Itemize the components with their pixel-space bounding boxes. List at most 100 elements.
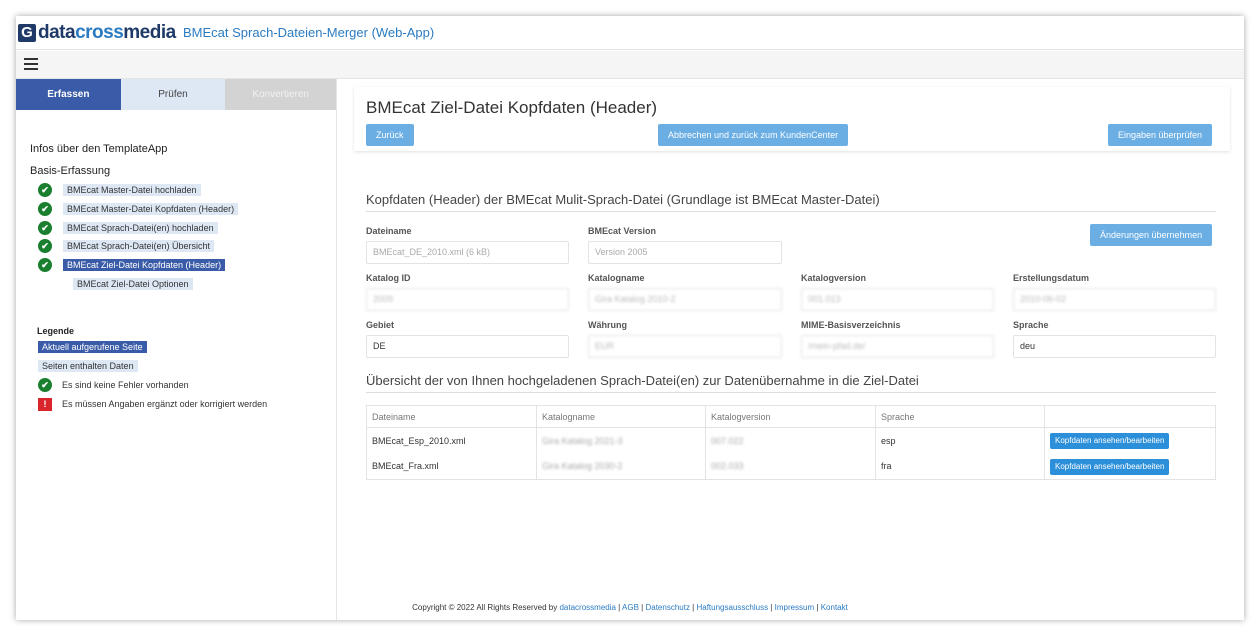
- legend-warning: ! Es müssen Angaben ergänzt oder korrigi…: [38, 396, 267, 412]
- app-title[interactable]: BMEcat Sprach-Dateien-Merger (Web-App): [183, 25, 434, 40]
- back-button[interactable]: Zurück: [366, 124, 414, 146]
- legend-current: Aktuell aufgerufene Seite: [38, 339, 147, 355]
- gebiet-field[interactable]: DE: [366, 335, 569, 358]
- gebiet-label: Gebiet: [366, 320, 395, 330]
- footer: Copyright © 2022 All Rights Reserved by …: [16, 603, 1244, 612]
- info-link[interactable]: Infos über den TemplateApp: [30, 143, 167, 155]
- copyright-text: Copyright © 2022 All Rights Reserved by: [412, 603, 560, 612]
- version-label: BMEcat Version: [588, 226, 657, 236]
- erstellungsdatum-label: Erstellungsdatum: [1013, 273, 1090, 283]
- check-icon: ✔: [38, 202, 52, 216]
- cell-katalogversion: 007.022: [705, 427, 876, 454]
- version-field: Version 2005: [588, 241, 782, 264]
- cell-action: Kopfdaten ansehen/bearbeiten: [1044, 453, 1216, 480]
- page-title: BMEcat Ziel-Datei Kopfdaten (Header): [366, 98, 658, 117]
- step-link[interactable]: BMEcat Ziel-Datei Optionen: [73, 278, 193, 290]
- katalogversion-label: Katalogversion: [801, 273, 867, 283]
- check-icon: ✔: [38, 239, 52, 253]
- cell-sprache: esp: [875, 427, 1045, 454]
- step-link[interactable]: BMEcat Sprach-Datei(en) hochladen: [63, 222, 218, 234]
- step-item: ✔ BMEcat Ziel-Datei Kopfdaten (Header): [38, 257, 226, 273]
- step-link-current[interactable]: BMEcat Ziel-Datei Kopfdaten (Header): [63, 259, 226, 271]
- section-heading: Basis-Erfassung: [30, 165, 111, 177]
- tab-pruefen[interactable]: Prüfen: [120, 79, 226, 110]
- step-item: ✔ BMEcat Master-Datei Kopfdaten (Header): [38, 201, 239, 217]
- legend-warning-label: Es müssen Angaben ergänzt oder korrigier…: [62, 399, 268, 409]
- tab-erfassen[interactable]: Erfassen: [16, 79, 121, 110]
- step-link[interactable]: BMEcat Master-Datei Kopfdaten (Header): [63, 203, 239, 215]
- main-content: BMEcat Ziel-Datei Kopfdaten (Header) Zur…: [338, 79, 1244, 620]
- sprache-label: Sprache: [1013, 320, 1049, 330]
- check-icon: ✔: [38, 378, 52, 392]
- brand-logo[interactable]: G datacrossmedia: [18, 22, 176, 44]
- step-link[interactable]: BMEcat Sprach-Datei(en) Übersicht: [63, 240, 215, 252]
- sidebar: Erfassen Prüfen Konvertieren Infos über …: [16, 79, 337, 620]
- cell-sprache: fra: [875, 453, 1045, 480]
- cell-dateiname: BMEcat_Esp_2010.xml: [366, 427, 537, 454]
- uploaded-files-table: Dateiname Katalogname Katalogversion Spr…: [366, 405, 1216, 480]
- tab-konvertieren: Konvertieren: [225, 79, 336, 110]
- check-icon: ✔: [38, 221, 52, 235]
- app-window: G datacrossmedia BMEcat Sprach-Dateien-M…: [16, 16, 1244, 620]
- edit-header-button[interactable]: Kopfdaten ansehen/bearbeiten: [1050, 433, 1170, 449]
- section-title-uploads: Übersicht der von Ihnen hochgeladenen Sp…: [366, 373, 919, 388]
- hamburger-menu-icon[interactable]: [24, 58, 38, 70]
- column-header: Dateiname: [366, 405, 537, 428]
- step-item: ✔ BMEcat Sprach-Datei(en) hochladen: [38, 220, 218, 236]
- footer-link-haftungsausschluss[interactable]: Haftungsausschluss: [696, 603, 768, 612]
- mime-field[interactable]: /mein-pfad.de/: [801, 335, 994, 358]
- logo-text: datacrossmedia: [38, 22, 176, 44]
- table-header-row: Dateiname Katalogname Katalogversion Spr…: [366, 405, 1216, 428]
- legend-no-errors: ✔ Es sind keine Fehler vorhanden: [38, 377, 189, 393]
- column-header: Katalogversion: [705, 405, 876, 428]
- warning-icon: !: [38, 397, 52, 411]
- waehrung-label: Währung: [588, 320, 627, 330]
- check-input-button[interactable]: Eingaben überprüfen: [1108, 124, 1213, 146]
- katalog-id-label: Katalog ID: [366, 273, 411, 283]
- wizard-tabs: Erfassen Prüfen Konvertieren: [16, 79, 336, 110]
- section-title-header: Kopfdaten (Header) der BMEcat Mulit-Spra…: [366, 192, 880, 207]
- erstellungsdatum-field[interactable]: 2010-06-02: [1013, 288, 1216, 311]
- top-header: G datacrossmedia BMEcat Sprach-Dateien-M…: [16, 16, 1244, 50]
- check-icon: ✔: [38, 183, 52, 197]
- cell-katalogversion: 002.033: [705, 453, 876, 480]
- cell-katalogname: Gira Katalog 2021-3: [536, 427, 706, 454]
- column-header: Katalogname: [536, 405, 706, 428]
- footer-link-datenschutz[interactable]: Datenschutz: [645, 603, 689, 612]
- legend-has-data: Seiten enthalten Daten: [38, 358, 138, 374]
- legend-title: Legende: [37, 326, 75, 336]
- logo-text-part: data: [38, 22, 76, 43]
- logo-text-part: media: [123, 22, 176, 43]
- column-header: Sprache: [875, 405, 1045, 428]
- dateiname-field: BMEcat_DE_2010.xml (6 kB): [366, 241, 569, 264]
- waehrung-field[interactable]: EUR: [588, 335, 782, 358]
- cell-action: Kopfdaten ansehen/bearbeiten: [1044, 427, 1216, 454]
- footer-link-datacrossmedia[interactable]: datacrossmedia: [559, 603, 615, 612]
- footer-link-impressum[interactable]: Impressum: [775, 603, 815, 612]
- table-row: BMEcat_Esp_2010.xml Gira Katalog 2021-3 …: [366, 427, 1216, 454]
- katalogversion-field[interactable]: 001.013: [801, 288, 994, 311]
- header-card: BMEcat Ziel-Datei Kopfdaten (Header) Zur…: [354, 87, 1230, 151]
- footer-link-agb[interactable]: AGB: [622, 603, 639, 612]
- step-item: ✔ BMEcat Sprach-Datei(en) Übersicht: [38, 238, 215, 254]
- katalogname-label: Katalogname: [588, 273, 645, 283]
- dateiname-label: Dateiname: [366, 226, 412, 236]
- cancel-button[interactable]: Abbrechen und zurück zum KundenCenter: [658, 124, 849, 146]
- edit-header-button[interactable]: Kopfdaten ansehen/bearbeiten: [1050, 458, 1170, 475]
- cell-katalogname: Gira Katalog 2030-2: [536, 453, 706, 480]
- menu-bar: [16, 51, 1244, 79]
- katalog-id-field[interactable]: 2009: [366, 288, 569, 311]
- check-icon: ✔: [38, 258, 52, 272]
- footer-link-kontakt[interactable]: Kontakt: [821, 603, 848, 612]
- divider: [366, 211, 1216, 212]
- step-item: BMEcat Ziel-Datei Optionen: [73, 276, 193, 292]
- table-row: BMEcat_Fra.xml Gira Katalog 2030-2 002.0…: [366, 453, 1216, 480]
- step-link[interactable]: BMEcat Master-Datei hochladen: [63, 184, 201, 196]
- katalogname-field[interactable]: Gira Katalog 2010-2: [588, 288, 782, 311]
- cell-dateiname: BMEcat_Fra.xml: [366, 453, 537, 480]
- mime-label: MIME-Basisverzeichnis: [801, 320, 901, 330]
- apply-changes-button[interactable]: Änderungen übernehmen: [1090, 224, 1213, 246]
- logo-mark: G: [18, 24, 36, 42]
- sprache-field[interactable]: deu: [1013, 335, 1216, 358]
- legend-no-errors-label: Es sind keine Fehler vorhanden: [62, 380, 189, 390]
